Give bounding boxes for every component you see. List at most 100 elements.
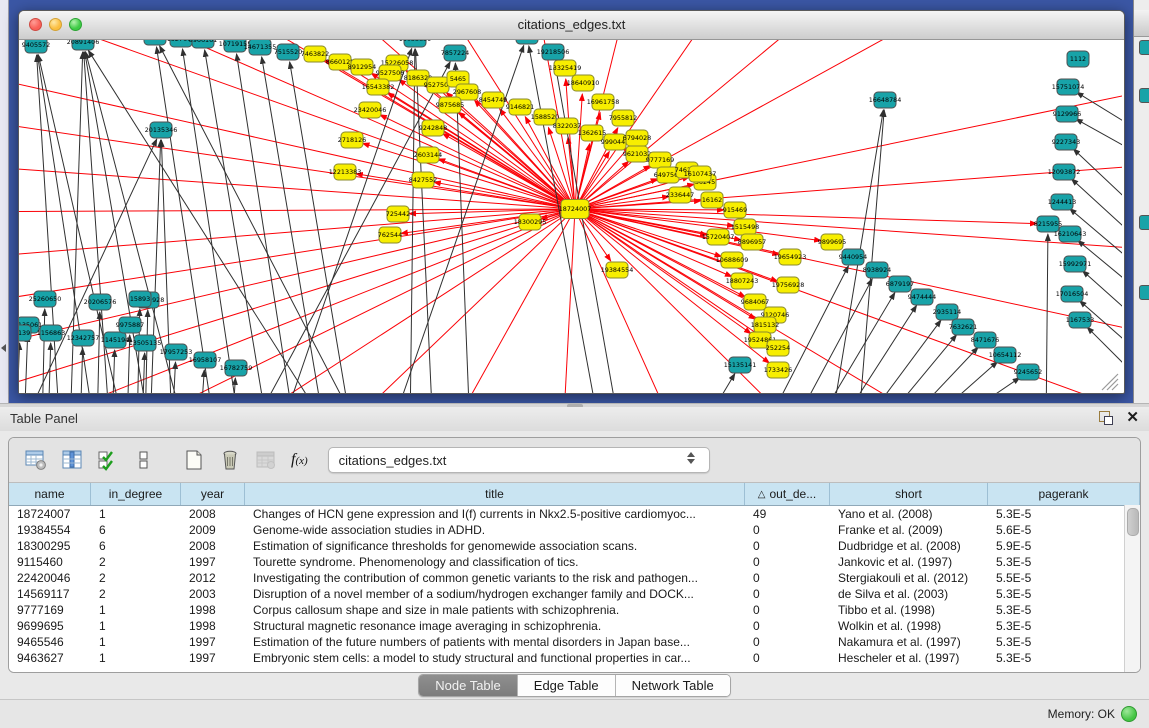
graph-node-teal[interactable]: 16648784 [869, 92, 902, 108]
column-header-pagerank[interactable]: pagerank [988, 483, 1140, 505]
graph-node-teal[interactable]: 1112 [1067, 51, 1089, 67]
graph-node-yellow[interactable]: 9242848 [419, 120, 447, 136]
collapse-panel-arrow-icon[interactable] [1, 344, 6, 352]
graph-node-teal[interactable]: 15893 [129, 291, 151, 307]
row-height-icon[interactable] [129, 444, 159, 476]
table-row[interactable]: 1872400712008Changes of HCN gene express… [9, 506, 1140, 522]
network-canvas[interactable]: 1872400774638228660128891295415226058952… [19, 40, 1122, 393]
graph-node-teal[interactable]: 16033839 [399, 40, 432, 47]
graph-node-teal[interactable]: 9245652 [1014, 364, 1042, 380]
graph-node-teal[interactable]: 39139 [19, 325, 31, 341]
graph-node-teal[interactable]: 2935114 [933, 304, 961, 320]
graph-node-teal[interactable]: 7515520 [274, 44, 302, 60]
table-scrollbar[interactable] [1124, 505, 1140, 672]
new-table-icon[interactable] [179, 444, 209, 476]
graph-node-teal[interactable]: 16782759 [220, 360, 253, 376]
tab-edge-table[interactable]: Edge Table [518, 675, 616, 696]
column-header-in_degree[interactable]: in_degree [91, 483, 181, 505]
select-rows-icon[interactable] [93, 444, 123, 476]
graph-node-yellow[interactable]: 9875685 [436, 97, 464, 113]
table-row[interactable]: 977716911998Corpus callosum shape and si… [9, 602, 1140, 618]
scrollbar-thumb[interactable] [1127, 508, 1139, 536]
table-row[interactable]: 911546021997Tourette syndrome. Phenomeno… [9, 554, 1140, 570]
graph-node-teal[interactable]: 20206576 [84, 294, 117, 310]
graph-node-teal[interactable]: 9227343 [1052, 134, 1080, 150]
graph-node-teal[interactable]: 8471676 [971, 332, 999, 348]
graph-node-teal[interactable]: 9975887 [116, 317, 144, 333]
column-header-name[interactable]: name [9, 483, 91, 505]
graph-node-yellow[interactable]: 252254 [766, 340, 790, 356]
graph-node-yellow[interactable]: 8454749 [479, 92, 507, 108]
graph-node-yellow[interactable]: 915469 [723, 202, 747, 218]
graph-node-yellow[interactable]: 8896957 [738, 234, 766, 250]
graph-node-teal[interactable]: 9474444 [908, 289, 936, 305]
graph-node-teal[interactable]: 1145194 [101, 332, 129, 348]
graph-node-yellow[interactable]: 2603144 [414, 147, 442, 163]
graph-node-teal[interactable]: 20135346 [145, 122, 178, 138]
close-panel-icon[interactable]: ✕ [1126, 410, 1139, 426]
table-row[interactable]: 946554611997Estimation of the future num… [9, 634, 1140, 650]
function-builder-icon[interactable]: f(x) [291, 451, 308, 469]
table-row[interactable]: 969969511998Structural magnetic resonanc… [9, 618, 1140, 634]
graph-node-yellow[interactable]: 10688609 [716, 252, 749, 268]
graph-node-teal[interactable]: 17016504 [1056, 286, 1089, 302]
graph-node-yellow[interactable]: 18724007 [559, 200, 592, 219]
graph-node-yellow[interactable]: 1815132 [751, 317, 779, 333]
delete-table-icon[interactable] [215, 444, 245, 476]
graph-node-yellow[interactable]: 13325419 [549, 60, 582, 76]
graph-node-yellow[interactable]: 16961758 [587, 94, 620, 110]
tab-node-table[interactable]: Node Table [419, 675, 518, 696]
graph-node-teal[interactable]: 17957253 [160, 344, 193, 360]
graph-node-teal[interactable]: 8966161 [189, 40, 217, 48]
graph-node-teal[interactable]: 20891406 [67, 40, 100, 50]
graph-node-teal[interactable]: 12093872 [1048, 164, 1081, 180]
graph-node-yellow[interactable]: 9684067 [741, 294, 769, 310]
graph-node-teal[interactable]: 7632621 [949, 319, 977, 335]
graph-node-teal[interactable]: 9129966 [1053, 106, 1081, 122]
table-row[interactable]: 1830029562008Estimation of significance … [9, 538, 1140, 554]
graph-node-teal[interactable]: 15135141 [724, 357, 757, 373]
graph-node-teal[interactable]: 16958107 [189, 352, 222, 368]
graph-node-yellow[interactable]: 8427552 [409, 172, 437, 188]
graph-node-yellow[interactable]: 12213383 [329, 164, 362, 180]
table-row[interactable]: 946362711997Embryonic stem cells: a mode… [9, 650, 1140, 666]
graph-node-teal[interactable]: 14671355 [244, 40, 277, 55]
graph-node-yellow[interactable]: 1515498 [731, 219, 759, 235]
graph-node-yellow[interactable]: 7955812 [609, 110, 637, 126]
tab-network-table[interactable]: Network Table [616, 675, 730, 696]
table-row[interactable]: 1456911722003Disruption of a novel membe… [9, 586, 1140, 602]
graph-node-teal[interactable]: 12342757 [67, 330, 100, 346]
graph-node-yellow[interactable]: 16162 [701, 192, 723, 208]
show-column-icon[interactable] [57, 444, 87, 476]
column-header-year[interactable]: year [181, 483, 245, 505]
graph-node-teal[interactable]: 1167533 [1066, 312, 1094, 328]
graph-node-yellow[interactable]: 19384554 [601, 262, 634, 278]
graph-node-teal[interactable]: 25260650 [29, 291, 62, 307]
graph-node-yellow[interactable]: 6794028 [623, 130, 651, 146]
memory-status-icon[interactable] [1121, 706, 1137, 722]
graph-node-teal[interactable]: 1244413 [1048, 194, 1076, 210]
column-header-short[interactable]: short [830, 483, 988, 505]
network-graph[interactable]: 1872400774638228660128891295415226058952… [19, 40, 1122, 393]
graph-node-teal[interactable]: 15992971 [1059, 256, 1092, 272]
graph-node-yellow[interactable]: 1733426 [764, 362, 792, 378]
graph-node-yellow[interactable]: 9777169 [646, 152, 674, 168]
graph-node-teal[interactable]: 9405572 [22, 40, 50, 53]
graph-node-yellow[interactable]: 2336447 [666, 187, 694, 203]
float-panel-icon[interactable] [1098, 410, 1114, 426]
graph-node-teal[interactable]: 1156863 [37, 325, 65, 341]
graph-node-yellow[interactable]: 18640910 [567, 75, 600, 91]
graph-node-teal[interactable]: 9440954 [839, 249, 867, 265]
graph-node-teal[interactable]: 7857224 [441, 45, 469, 61]
graph-node-teal[interactable]: 8813054 [513, 40, 541, 44]
column-header-out_degree[interactable]: △out_de... [745, 483, 830, 505]
graph-node-yellow[interactable]: 19654923 [774, 249, 807, 265]
table-selector-dropdown[interactable]: citations_edges.txt [328, 447, 710, 473]
graph-node-yellow[interactable]: 9899695 [818, 234, 846, 250]
graph-node-yellow[interactable]: 2718126 [338, 132, 366, 148]
column-header-title[interactable]: title [245, 483, 745, 505]
graph-node-teal[interactable]: 8938924 [863, 262, 891, 278]
graph-node-teal[interactable]: 19218506 [537, 44, 570, 60]
graph-node-yellow[interactable]: 725442 [386, 206, 410, 222]
table-row[interactable]: 2242004622012Investigating the contribut… [9, 570, 1140, 586]
